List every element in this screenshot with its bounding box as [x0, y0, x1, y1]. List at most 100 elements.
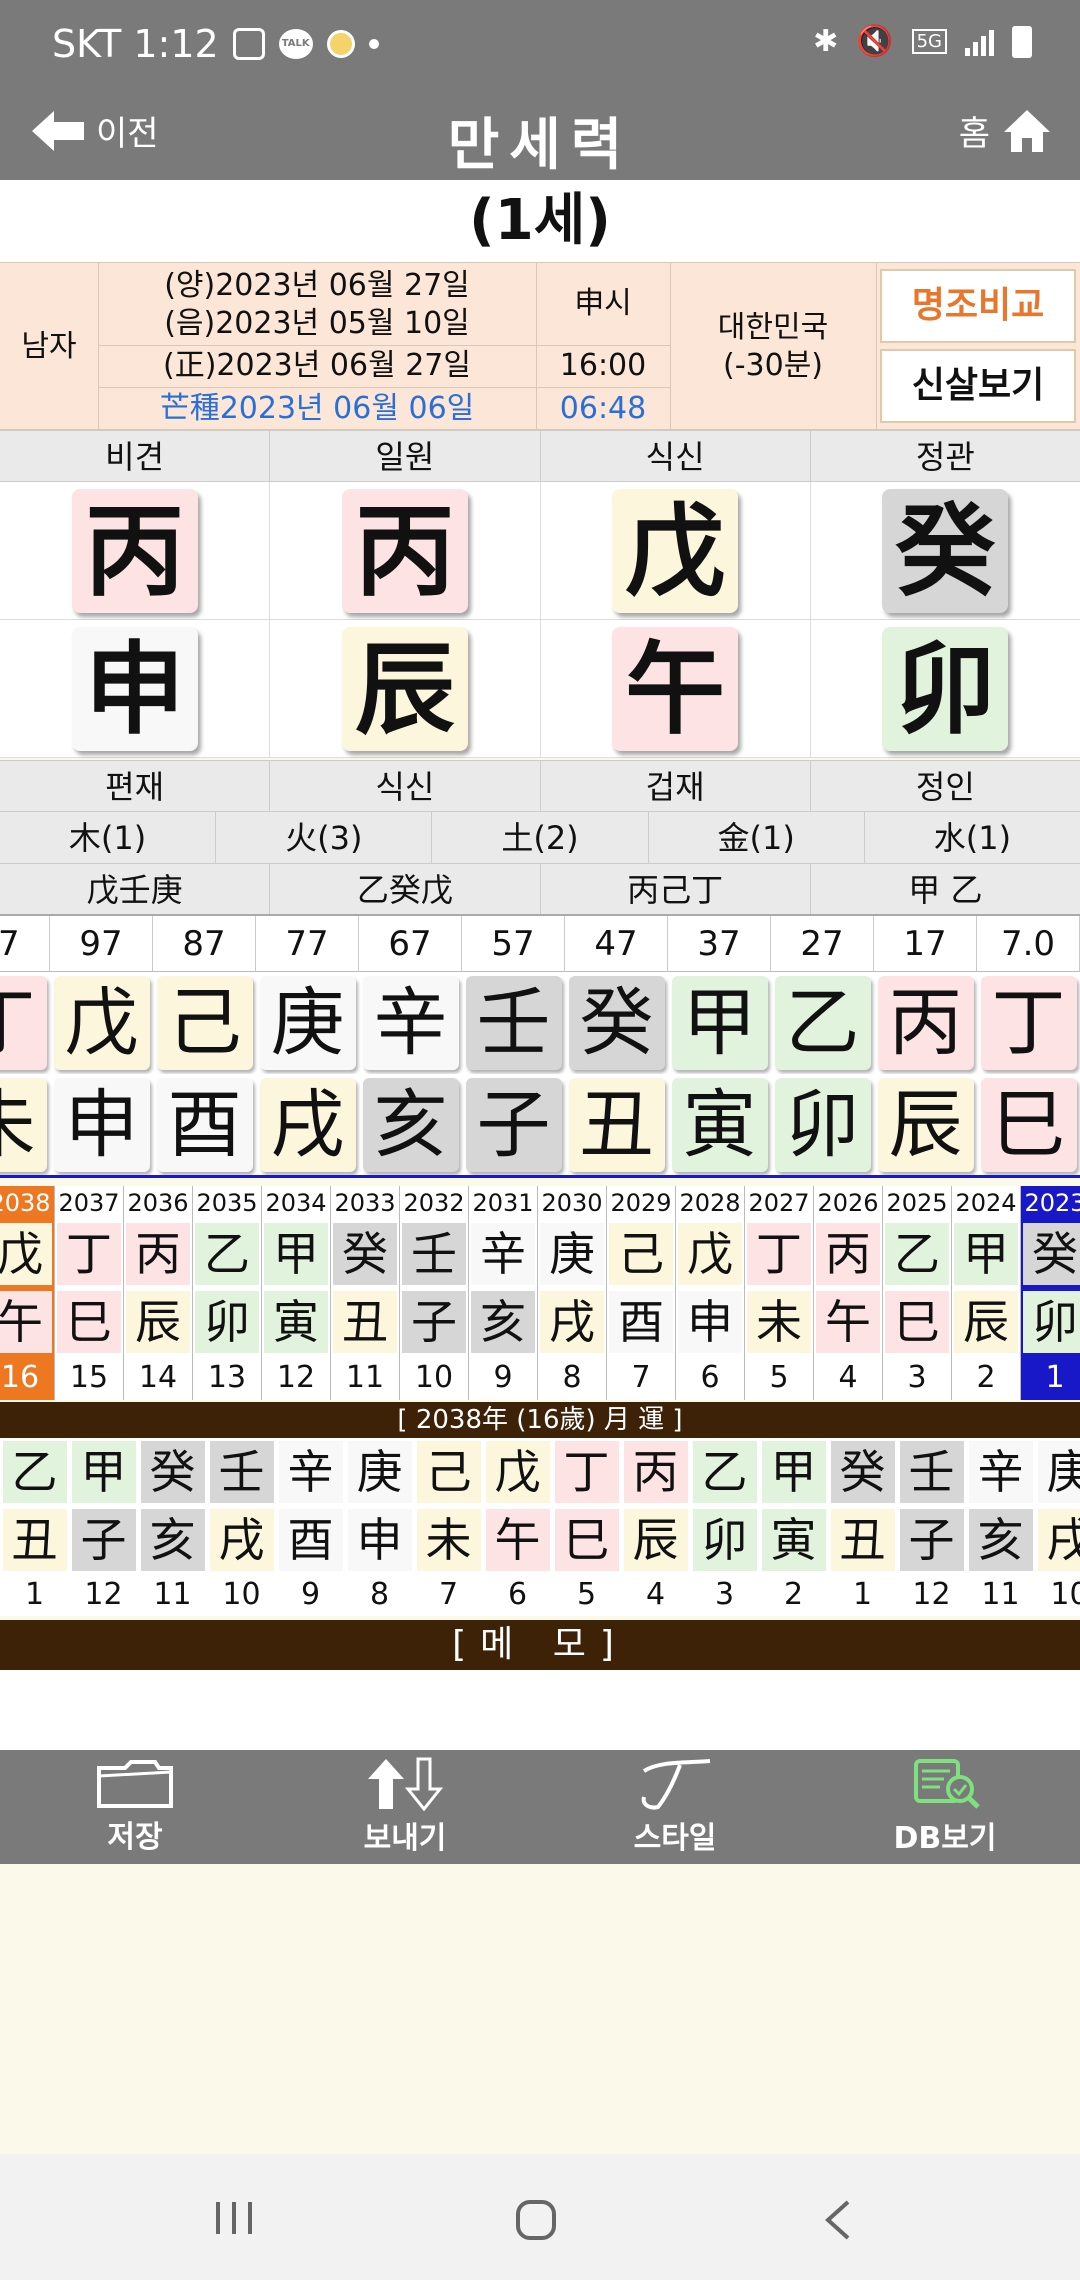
yearly-year[interactable]: 2031	[469, 1186, 538, 1220]
monthly-branch[interactable]: 申	[345, 1506, 414, 1574]
yearly-branch[interactable]: 寅	[262, 1288, 331, 1356]
yearly-branch[interactable]: 亥	[469, 1288, 538, 1356]
monthly-stem[interactable]: 甲	[69, 1438, 138, 1506]
daeun-branch[interactable]: 戌	[256, 1074, 359, 1175]
monthly-stem[interactable]: 壬	[897, 1438, 966, 1506]
branch-char[interactable]: 申	[71, 626, 198, 751]
monthly-stem[interactable]: 壬	[207, 1438, 276, 1506]
daeun-branch[interactable]: 酉	[153, 1074, 256, 1175]
daeun-stem[interactable]: 戊	[50, 972, 153, 1074]
yearly-age[interactable]: 13	[193, 1356, 262, 1400]
yearly-year[interactable]: 2034	[262, 1186, 331, 1220]
yearly-branch[interactable]: 午	[814, 1288, 883, 1356]
branch-char[interactable]: 午	[612, 626, 739, 751]
yearly-year[interactable]: 2035	[193, 1186, 262, 1220]
yearly-branch[interactable]: 卯	[1021, 1288, 1080, 1356]
yearly-year[interactable]: 2027	[745, 1186, 814, 1220]
daeun-age[interactable]: 47	[565, 916, 668, 971]
yearly-age[interactable]: 6	[676, 1356, 745, 1400]
monthly-number[interactable]: 1	[0, 1574, 69, 1616]
yearly-branch[interactable]: 丑	[331, 1288, 400, 1356]
daeun-branch[interactable]: 申	[50, 1074, 153, 1175]
monthly-stem[interactable]: 甲	[759, 1438, 828, 1506]
daeun-stem[interactable]: 己	[153, 972, 256, 1074]
daeun-age[interactable]: 37	[668, 916, 771, 971]
yearly-age[interactable]: 15	[55, 1356, 124, 1400]
daeun-stem[interactable]: 癸	[565, 972, 668, 1074]
daeun-stem[interactable]: 乙	[771, 972, 874, 1074]
monthly-number[interactable]: 10	[1035, 1574, 1080, 1616]
yearly-branch[interactable]: 巳	[55, 1288, 124, 1356]
yearly-age[interactable]: 1	[1021, 1356, 1080, 1400]
yearly-age[interactable]: 7	[607, 1356, 676, 1400]
yearly-branch[interactable]: 戌	[538, 1288, 607, 1356]
yearly-branch[interactable]: 申	[676, 1288, 745, 1356]
daeun-stem[interactable]: 庚	[256, 972, 359, 1074]
daeun-age[interactable]: 07	[0, 916, 50, 971]
yearly-branch[interactable]: 酉	[607, 1288, 676, 1356]
yearly-branch[interactable]: 子	[400, 1288, 469, 1356]
yearly-stem[interactable]: 己	[607, 1220, 676, 1288]
yearly-age[interactable]: 5	[745, 1356, 814, 1400]
memo-area[interactable]	[0, 1670, 1080, 1750]
monthly-branch[interactable]: 戌	[1035, 1506, 1080, 1574]
monthly-branch[interactable]: 子	[897, 1506, 966, 1574]
daeun-age[interactable]: 57	[462, 916, 565, 971]
daeun-branch[interactable]: 未	[0, 1074, 50, 1175]
monthly-number[interactable]: 11	[138, 1574, 207, 1616]
daeun-stem[interactable]: 辛	[359, 972, 462, 1074]
daeun-age[interactable]: 67	[359, 916, 462, 971]
yearly-age[interactable]: 4	[814, 1356, 883, 1400]
yearly-year[interactable]: 2026	[814, 1186, 883, 1220]
yearly-year[interactable]: 2024	[952, 1186, 1021, 1220]
monthly-branch[interactable]: 辰	[621, 1506, 690, 1574]
yearly-age[interactable]: 2	[952, 1356, 1021, 1400]
daeun-branch[interactable]: 卯	[771, 1074, 874, 1175]
yearly-year[interactable]: 2037	[55, 1186, 124, 1220]
daeun-age[interactable]: 27	[771, 916, 874, 971]
monthly-stem[interactable]: 戊	[483, 1438, 552, 1506]
yearly-branch[interactable]: 未	[745, 1288, 814, 1356]
yearly-age[interactable]: 10	[400, 1356, 469, 1400]
daeun-stem[interactable]: 丙	[874, 972, 977, 1074]
monthly-stem[interactable]: 己	[414, 1438, 483, 1506]
yearly-stem[interactable]: 戊	[0, 1220, 55, 1288]
daeun-branch[interactable]: 亥	[359, 1074, 462, 1175]
send-button[interactable]: 보내기	[270, 1750, 540, 1864]
home-button[interactable]: 홈	[959, 106, 1052, 155]
monthly-branch[interactable]: 酉	[276, 1506, 345, 1574]
yearly-age[interactable]: 3	[883, 1356, 952, 1400]
monthly-branch[interactable]: 未	[414, 1506, 483, 1574]
yearly-age[interactable]: 8	[538, 1356, 607, 1400]
back-nav-icon[interactable]	[820, 2198, 856, 2242]
yearly-stem[interactable]: 癸	[1021, 1220, 1080, 1288]
yearly-branch[interactable]: 卯	[193, 1288, 262, 1356]
yearly-stem[interactable]: 癸	[331, 1220, 400, 1288]
yearly-year[interactable]: 2033	[331, 1186, 400, 1220]
monthly-stem[interactable]: 丁	[552, 1438, 621, 1506]
monthly-number[interactable]: 1	[828, 1574, 897, 1616]
db-view-button[interactable]: DB보기	[810, 1750, 1080, 1864]
yearly-stem[interactable]: 戊	[676, 1220, 745, 1288]
monthly-stem[interactable]: 癸	[138, 1438, 207, 1506]
stem-char[interactable]: 癸	[882, 488, 1009, 613]
monthly-number[interactable]: 10	[207, 1574, 276, 1616]
yearly-stem[interactable]: 丙	[814, 1220, 883, 1288]
yearly-year[interactable]: 2036	[124, 1186, 193, 1220]
monthly-number[interactable]: 5	[552, 1574, 621, 1616]
yearly-stem[interactable]: 壬	[400, 1220, 469, 1288]
yearly-age[interactable]: 16	[0, 1356, 55, 1400]
yearly-year[interactable]: 2025	[883, 1186, 952, 1220]
yearly-branch[interactable]: 巳	[883, 1288, 952, 1356]
monthly-branch[interactable]: 子	[69, 1506, 138, 1574]
memo-bar[interactable]: [메 모]	[0, 1620, 1080, 1670]
yearly-stem[interactable]: 丁	[55, 1220, 124, 1288]
yearly-year[interactable]: 2029	[607, 1186, 676, 1220]
stem-char[interactable]: 丙	[71, 488, 198, 613]
monthly-number[interactable]: 2	[759, 1574, 828, 1616]
yearly-year[interactable]: 2023	[1021, 1186, 1080, 1220]
monthly-stem[interactable]: 辛	[276, 1438, 345, 1506]
stem-char[interactable]: 戊	[612, 488, 739, 613]
branch-char[interactable]: 卯	[882, 626, 1009, 751]
compare-chart-button[interactable]: 명조비교	[880, 269, 1076, 343]
